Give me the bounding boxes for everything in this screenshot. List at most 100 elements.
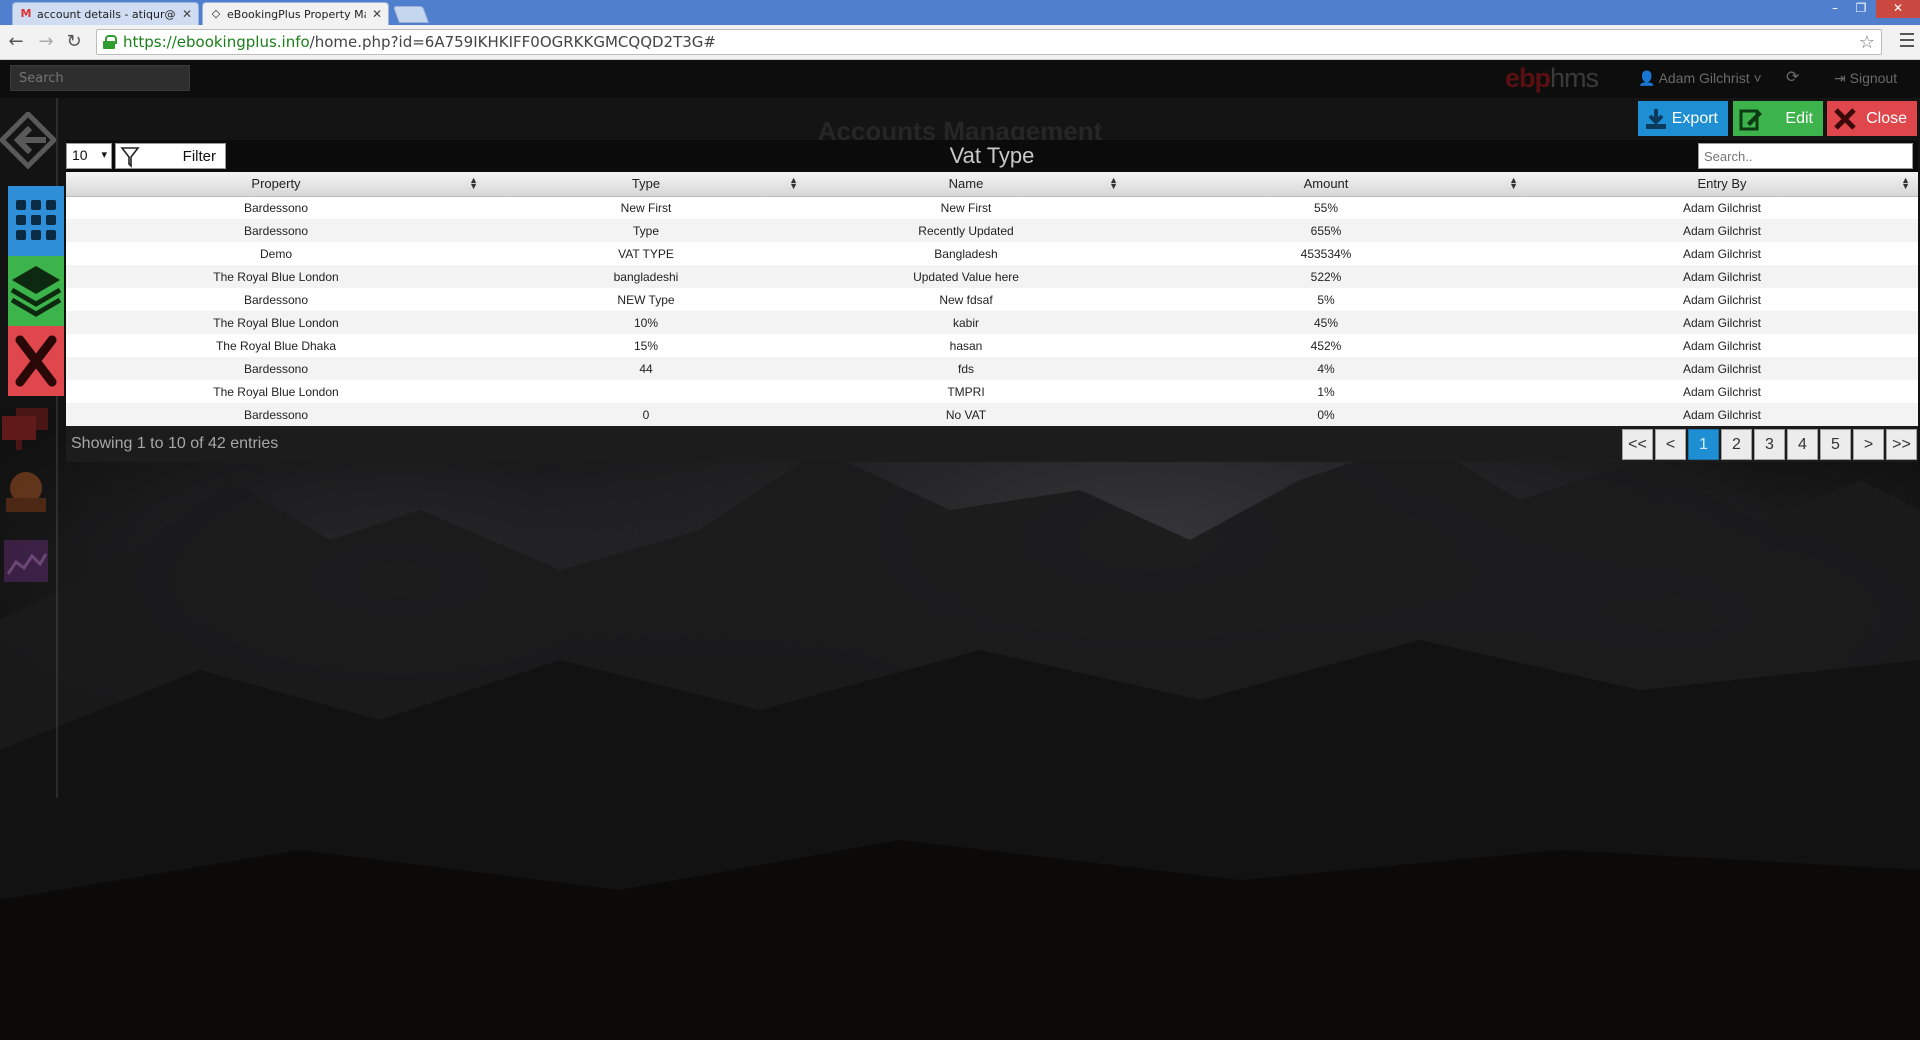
table-row[interactable]: Bardessono Type Recently Updated 655% Ad… — [66, 219, 1918, 242]
address-bar[interactable]: https://ebookingplus.info /home.php?id=6… — [96, 29, 1882, 55]
bookmark-star-icon[interactable]: ☆ — [1859, 32, 1875, 53]
cell-entry-by: Adam Gilchrist — [1526, 380, 1918, 403]
page-2-button[interactable]: 2 — [1721, 429, 1752, 460]
grid-icon — [16, 200, 56, 240]
column-header-type[interactable]: Type ▲ ▼ — [486, 172, 806, 197]
back-icon[interactable]: ← — [6, 32, 26, 52]
cell-amount: 452% — [1126, 334, 1526, 357]
page-last-button[interactable]: >> — [1886, 429, 1917, 460]
user-icon: 👤 — [1638, 70, 1656, 86]
restore-icon[interactable]: ❐ — [1848, 0, 1874, 18]
page-next-button[interactable]: > — [1853, 429, 1884, 460]
page-length-value: 10 — [72, 147, 88, 163]
cell-property: Bardessono — [66, 219, 486, 242]
global-search-input[interactable] — [10, 65, 190, 91]
table-row[interactable]: Bardessono NEW Type New fdsaf 5% Adam Gi… — [66, 288, 1918, 311]
column-header-property[interactable]: Property ▲ ▼ — [66, 172, 486, 197]
sort-icon: ▲ ▼ — [789, 175, 798, 191]
new-tab-button[interactable] — [392, 6, 430, 23]
close-tile[interactable] — [8, 326, 64, 396]
reload-icon[interactable]: ↻ — [64, 32, 84, 52]
lock-icon — [103, 35, 117, 49]
close-icon — [1834, 108, 1856, 130]
sort-icon: ▲ ▼ — [1509, 175, 1518, 191]
cell-amount: 0% — [1126, 403, 1526, 426]
minimize-icon[interactable]: – — [1822, 0, 1848, 18]
cell-amount: 655% — [1126, 219, 1526, 242]
export-button[interactable]: Export — [1638, 101, 1728, 136]
cell-type: New First — [486, 196, 806, 219]
table-row[interactable]: Bardessono 0 No VAT 0% Adam Gilchrist — [66, 403, 1918, 426]
page-1-button[interactable]: 1 — [1688, 429, 1719, 460]
layers-icon — [10, 266, 62, 317]
window-close-icon[interactable]: ✕ — [1876, 0, 1920, 18]
cell-amount: 5% — [1126, 288, 1526, 311]
cell-name: New fdsaf — [806, 288, 1126, 311]
page-length-select[interactable]: 10 — [66, 143, 112, 169]
cell-amount: 453534% — [1126, 242, 1526, 265]
export-label: Export — [1671, 109, 1718, 127]
sort-icon: ▲ ▼ — [1109, 175, 1118, 191]
close-tab-icon[interactable]: ✕ — [372, 7, 382, 21]
close-tab-icon[interactable]: ✕ — [182, 7, 192, 21]
forward-icon[interactable]: → — [36, 32, 56, 52]
cell-amount: 4% — [1126, 357, 1526, 380]
column-header-name[interactable]: Name ▲ ▼ — [806, 172, 1126, 197]
globe-icon[interactable] — [0, 464, 56, 520]
header-label: Property — [251, 176, 301, 192]
close-x-icon — [15, 335, 57, 387]
table-row[interactable]: Bardessono New First New First 55% Adam … — [66, 196, 1918, 219]
cell-property: The Royal Blue Dhaka — [66, 334, 486, 357]
edit-button[interactable]: Edit — [1733, 101, 1823, 136]
site-favicon-icon: ◇ — [211, 7, 221, 20]
column-header-amount[interactable]: Amount ▲ ▼ — [1126, 172, 1526, 197]
cell-type: 15% — [486, 334, 806, 357]
tab-title: eBookingPlus Property Mana — [227, 7, 366, 21]
page-5-button[interactable]: 5 — [1820, 429, 1851, 460]
tab-title: account details - atiqur@ebo — [37, 7, 176, 21]
column-header-entry-by[interactable]: Entry By ▲ ▼ — [1526, 172, 1918, 197]
browser-menu-icon[interactable] — [1900, 33, 1914, 51]
mountain-background — [0, 440, 1920, 1040]
table-row[interactable]: Bardessono 44 fds 4% Adam Gilchrist — [66, 357, 1918, 380]
table-row[interactable]: The Royal Blue Dhaka 15% hasan 452% Adam… — [66, 334, 1918, 357]
url-path: /home.php?id=6A759IKHKIFF0OGRKKGMCQQD2T3… — [309, 33, 716, 51]
table-row[interactable]: The Royal Blue London bangladeshi Update… — [66, 265, 1918, 288]
chart-tile-icon[interactable] — [0, 534, 56, 590]
signout-label: Signout — [1849, 70, 1898, 86]
cell-name: Updated Value here — [806, 265, 1126, 288]
page-prev-button[interactable]: < — [1655, 429, 1686, 460]
page-3-button[interactable]: 3 — [1754, 429, 1785, 460]
cell-name: Bangladesh — [806, 242, 1126, 265]
table-search-input[interactable] — [1698, 143, 1913, 169]
filter-funnel-icon — [120, 147, 140, 168]
tab-ebookingplus[interactable]: ◇ eBookingPlus Property Mana ✕ — [202, 2, 389, 25]
apps-grid-tile[interactable] — [8, 186, 64, 256]
cell-name: hasan — [806, 334, 1126, 357]
refresh-icon[interactable]: ⟳ — [1786, 67, 1799, 86]
cell-type: 44 — [486, 357, 806, 380]
caret-icon: ˅ — [1753, 70, 1762, 86]
page-first-button[interactable]: << — [1622, 429, 1653, 460]
monitor-icon[interactable] — [0, 404, 56, 460]
cell-name: kabir — [806, 311, 1126, 334]
tab-gmail[interactable]: M account details - atiqur@ebo ✕ — [12, 2, 199, 25]
sort-icon: ▲ ▼ — [469, 175, 478, 191]
page-4-button[interactable]: 4 — [1787, 429, 1818, 460]
table-row[interactable]: The Royal Blue London 10% kabir 45% Adam… — [66, 311, 1918, 334]
close-button[interactable]: Close — [1827, 101, 1917, 136]
brand-part-b: hms — [1550, 63, 1599, 93]
table-title: Vat Type — [949, 143, 1035, 168]
filter-button[interactable]: Filter — [115, 143, 226, 169]
table-row[interactable]: The Royal Blue London TMPRI 1% Adam Gilc… — [66, 380, 1918, 403]
cell-property: Bardessono — [66, 196, 486, 219]
table-header-row: Property ▲ ▼ Type ▲ ▼ Name ▲ ▼ Amount ▲ ▼ Entry … — [66, 172, 1918, 197]
table-row[interactable]: Demo VAT TYPE Bangladesh 453534% Adam Gi… — [66, 242, 1918, 265]
close-label: Close — [1866, 109, 1907, 127]
gmail-icon: M — [20, 7, 32, 20]
cell-amount: 55% — [1126, 196, 1526, 219]
signout-link[interactable]: ⇥ Signout — [1834, 70, 1897, 87]
brand-part-a: ebp — [1505, 63, 1551, 93]
user-menu[interactable]: 👤 Adam Gilchrist ˅ — [1638, 70, 1762, 87]
layers-tile[interactable] — [8, 256, 64, 326]
